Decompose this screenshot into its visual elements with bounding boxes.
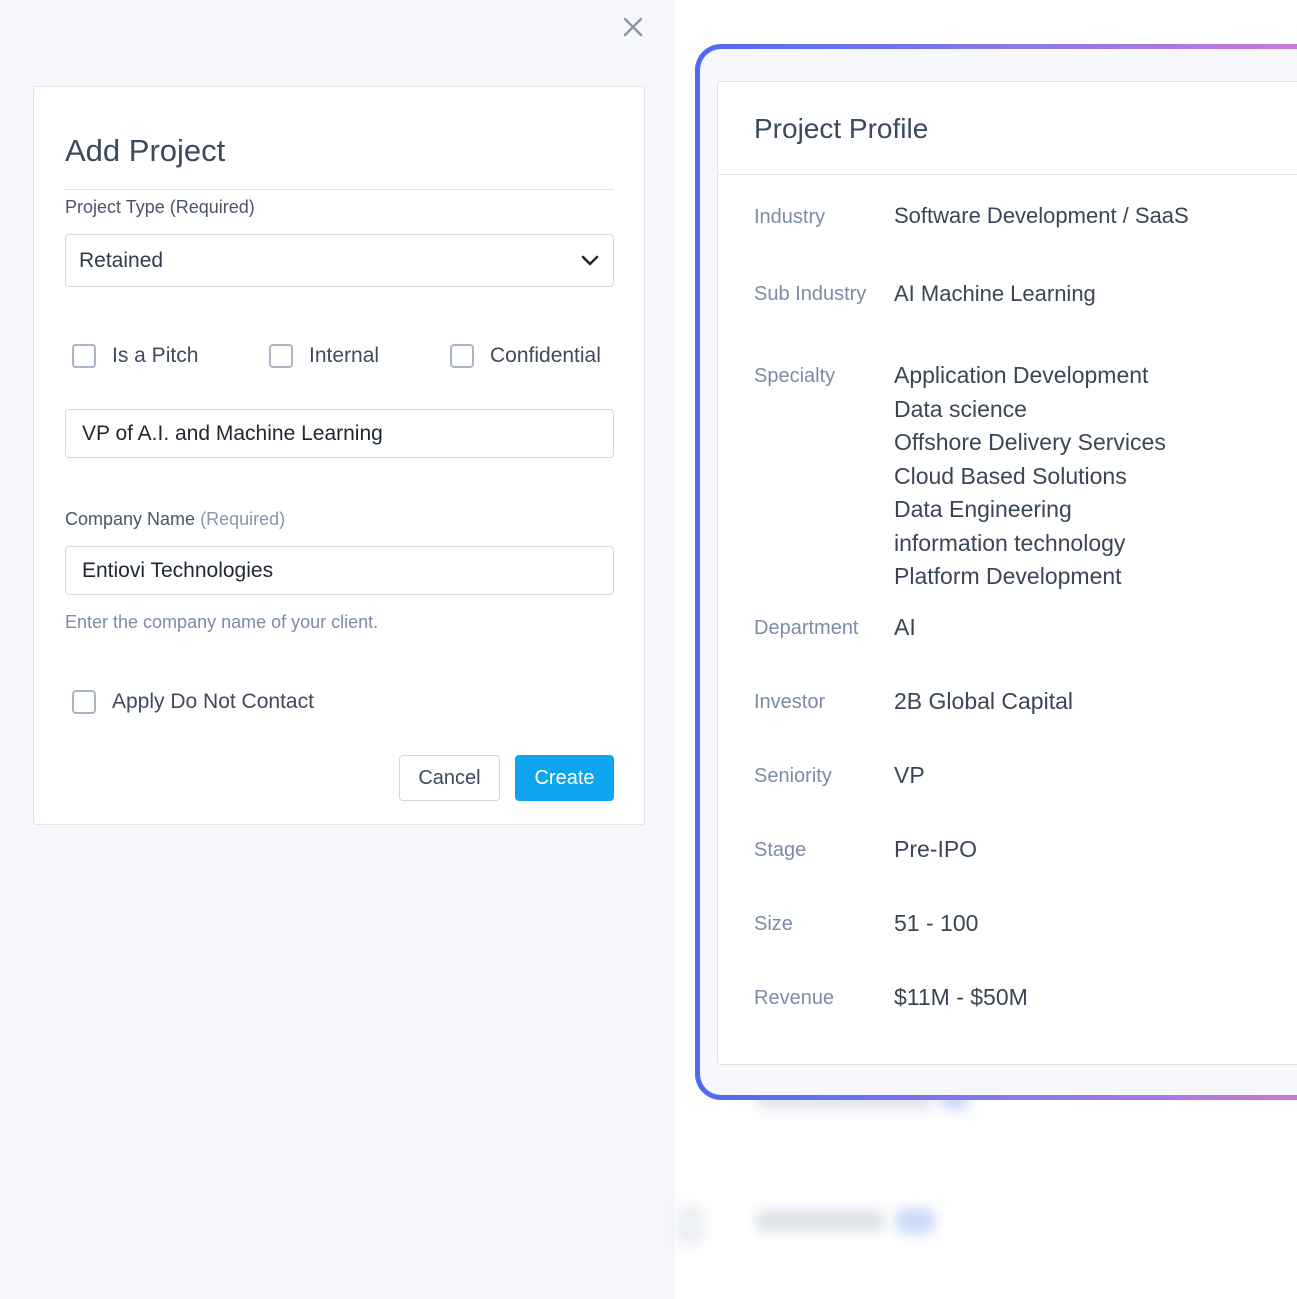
required-marker: (Required)	[200, 509, 286, 529]
company-name-label-text: Company Name	[65, 509, 196, 529]
revenue-value: $11M - $50M	[894, 984, 1028, 1010]
stage-label: Stage	[754, 839, 807, 861]
checkbox-box[interactable]	[72, 344, 96, 368]
confidential-label: Confidential	[490, 344, 601, 367]
size-label: Size	[754, 913, 793, 935]
project-name-input[interactable]	[65, 409, 614, 458]
blurred-content	[895, 1208, 935, 1234]
is-pitch-label: Is a Pitch	[112, 344, 199, 367]
project-type-label: Project Type (Required)	[65, 197, 255, 217]
project-type-value: Retained	[79, 248, 164, 272]
checkbox-box[interactable]	[450, 344, 474, 368]
checkbox-box[interactable]	[72, 690, 96, 714]
project-profile-card: Project Profile Industry Software Develo…	[717, 81, 1297, 1065]
department-label: Department	[754, 617, 859, 639]
close-icon	[623, 17, 643, 37]
company-name-input[interactable]	[65, 546, 614, 595]
do-not-contact-checkbox[interactable]: Apply Do Not Contact	[72, 690, 314, 714]
specialty-item: Application Development	[894, 362, 1149, 388]
stage-value: Pre-IPO	[894, 836, 978, 862]
confidential-checkbox[interactable]: Confidential	[450, 344, 601, 368]
internal-label: Internal	[309, 344, 380, 367]
seniority-label: Seniority	[754, 765, 832, 787]
industry-value: Software Development / SaaS	[894, 203, 1189, 228]
blurred-content	[755, 1210, 885, 1232]
specialty-item: Cloud Based Solutions	[894, 462, 1127, 489]
seniority-value: VP	[894, 762, 925, 788]
company-name-label: Company Name (Required)	[65, 509, 285, 530]
blurred-content	[675, 1205, 705, 1245]
divider	[65, 189, 614, 190]
sub-industry-label: Sub Industry	[754, 283, 867, 305]
specialty-item: Offshore Delivery Services	[894, 429, 1166, 455]
investor-value: 2B Global Capital	[894, 688, 1073, 714]
investor-label: Investor	[754, 691, 826, 713]
divider	[718, 174, 1297, 175]
specialty-item: information technology	[894, 529, 1126, 556]
add-project-dialog: Add Project Project Type (Required) Reta…	[33, 86, 645, 825]
specialty-label: Specialty	[754, 365, 836, 387]
internal-checkbox[interactable]: Internal	[269, 344, 379, 368]
sub-industry-value: AI Machine Learning	[894, 281, 1096, 306]
is-pitch-checkbox[interactable]: Is a Pitch	[72, 344, 198, 368]
specialty-value-list: Application Development Data science Off…	[894, 359, 1166, 594]
cancel-button[interactable]: Cancel	[399, 755, 500, 801]
specialty-item: Data science	[894, 395, 1027, 422]
revenue-label: Revenue	[754, 987, 835, 1009]
specialty-item: Data Engineering	[894, 496, 1072, 522]
size-value: 51 - 100	[894, 910, 979, 936]
company-name-hint: Enter the company name of your client.	[65, 612, 379, 632]
project-type-select[interactable]: Retained	[65, 234, 614, 287]
dialog-title: Add Project	[65, 133, 226, 168]
do-not-contact-label: Apply Do Not Contact	[112, 690, 314, 713]
profile-title: Project Profile	[754, 113, 929, 144]
close-button[interactable]	[616, 10, 650, 44]
checkbox-box[interactable]	[269, 344, 293, 368]
create-button[interactable]: Create	[515, 755, 614, 801]
chevron-down-icon	[581, 255, 599, 266]
department-value: AI	[894, 614, 916, 640]
industry-label: Industry	[754, 206, 826, 228]
specialty-item: Platform Development	[894, 563, 1122, 589]
